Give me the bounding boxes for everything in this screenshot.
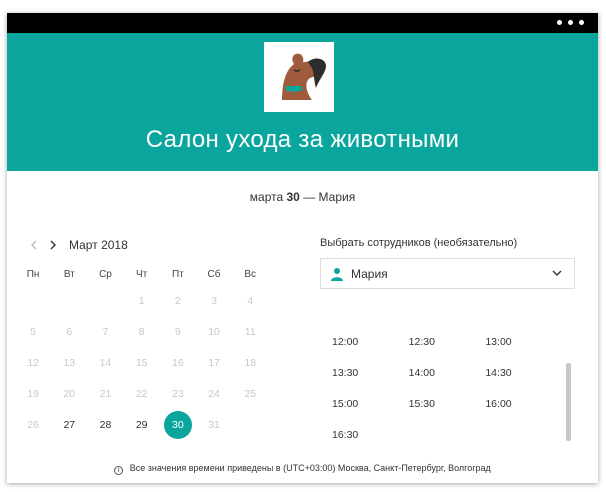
time-slot-row: 15:00 15:30 16:00 <box>332 388 562 419</box>
calendar-month-label: Март 2018 <box>69 238 128 252</box>
calendar-day: 23 <box>172 387 184 400</box>
calendar-day: 15 <box>135 356 148 369</box>
time-slots: 12:00 12:30 13:00 13:30 14:00 14:30 15:00 15:30… <box>332 326 562 450</box>
calendar-month: Март <box>69 238 98 252</box>
time-slot[interactable]: 13:30 <box>332 367 409 379</box>
weekday-label: Чт <box>136 268 148 280</box>
person-icon <box>331 267 343 281</box>
calendar-day: 11 <box>244 325 256 338</box>
booking-window: Салон ухода за животными марта 30 — Мари… <box>7 13 598 483</box>
timezone-note: i Все значения времени приведены в (UTC+… <box>7 463 598 475</box>
time-slot[interactable]: 13:00 <box>485 336 562 348</box>
summary-month: марта <box>249 190 284 204</box>
staff-dropdown[interactable]: Мария <box>320 258 575 289</box>
time-slot[interactable]: 16:30 <box>332 429 413 441</box>
business-title: Салон ухода за животными <box>145 126 460 153</box>
calendar-week: 5 6 7 8 9 10 11 <box>15 316 275 347</box>
calendar-day: 21 <box>99 387 112 400</box>
timezone-text: Все значения времени приведены в (UTC+03… <box>129 463 491 473</box>
calendar-day: 24 <box>208 387 220 400</box>
summary-day: 30 <box>286 190 300 204</box>
scrollbar-thumb[interactable] <box>566 363 571 441</box>
calendar-nav: Март 2018 <box>25 237 128 253</box>
time-slot[interactable]: 12:30 <box>409 336 486 348</box>
calendar-day: 3 <box>211 294 217 307</box>
calendar-grid: Пн Вт Ср Чт Пт Сб Вс 1 2 3 4 5 6 7 8 9 10 11 12 13 14 15 16 17 1… <box>15 263 275 440</box>
staff-dropdown-value: Мария <box>351 266 388 281</box>
calendar-day[interactable]: 27 <box>51 419 87 431</box>
time-slot[interactable]: 14:00 <box>409 367 486 379</box>
time-slot[interactable]: 16:00 <box>485 398 562 410</box>
calendar-day: 14 <box>99 356 112 369</box>
calendar-day: 18 <box>244 356 257 369</box>
calendar-day: 19 <box>27 387 39 400</box>
summary-separator: — <box>303 190 316 204</box>
chevron-right-icon[interactable] <box>45 237 61 253</box>
time-slot[interactable]: 15:00 <box>332 398 409 410</box>
weekday-label: Сб <box>207 268 221 280</box>
weekday-label: Пн <box>26 268 40 280</box>
weekday-label: Вт <box>63 268 75 280</box>
calendar-day-selected[interactable]: 30 <box>160 410 196 439</box>
calendar-year: 2018 <box>101 238 128 252</box>
calendar-day: 7 <box>102 325 109 338</box>
time-slot[interactable]: 14:30 <box>485 367 562 379</box>
calendar-day: 31 <box>208 418 220 431</box>
calendar-day: 8 <box>138 325 145 338</box>
calendar-week: 12 13 14 15 16 17 18 <box>15 347 275 378</box>
weekday-label: Вс <box>244 268 257 280</box>
calendar-day: 6 <box>66 325 73 338</box>
chevron-down-icon <box>552 270 562 276</box>
time-slot-row: 13:30 14:00 14:30 <box>332 357 562 388</box>
calendar-day: 25 <box>244 387 257 400</box>
staff-picker-label: Выбрать сотрудников (необязательно) <box>320 237 518 249</box>
calendar-day: 4 <box>247 294 254 307</box>
calendar-day: 17 <box>208 356 220 369</box>
calendar-day: 1 <box>138 294 145 307</box>
calendar-week: 26 27 28 29 30 31 <box>15 409 275 440</box>
calendar-day[interactable]: 29 <box>124 419 160 431</box>
time-slot-row: 12:00 12:30 13:00 <box>332 326 562 357</box>
calendar-week: 19 20 21 22 23 24 25 <box>15 378 275 409</box>
calendar-day: 12 <box>27 356 39 369</box>
time-slot-row: 16:30 <box>332 419 562 450</box>
calendar-day: 20 <box>63 387 76 400</box>
calendar-day: 16 <box>172 356 184 369</box>
calendar-day: 9 <box>174 325 181 338</box>
weekday-label: Пт <box>171 268 184 280</box>
dog-logo-icon <box>264 42 334 112</box>
calendar-day: 26 <box>27 418 39 431</box>
calendar-day: 2 <box>174 294 181 307</box>
window-titlebar <box>7 13 598 33</box>
selection-summary: марта 30 — Мария <box>7 190 598 204</box>
summary-staff: Мария <box>318 190 356 204</box>
calendar-day: 10 <box>208 325 220 338</box>
info-icon: i <box>114 466 124 475</box>
time-slot[interactable]: 15:30 <box>409 398 486 410</box>
business-header: Салон ухода за животными <box>7 33 598 171</box>
more-options-icon[interactable] <box>557 20 584 25</box>
calendar-day: 5 <box>30 325 37 338</box>
calendar-day[interactable]: 28 <box>87 419 123 431</box>
chevron-left-icon[interactable] <box>25 237 41 253</box>
time-slot[interactable]: 12:00 <box>332 336 409 348</box>
calendar-week: 1 2 3 4 <box>15 285 275 316</box>
calendar-day: 13 <box>63 356 76 369</box>
calendar-day: 22 <box>135 387 148 400</box>
weekday-header: Пн Вт Ср Чт Пт Сб Вс <box>15 263 275 285</box>
weekday-label: Ср <box>99 268 112 280</box>
